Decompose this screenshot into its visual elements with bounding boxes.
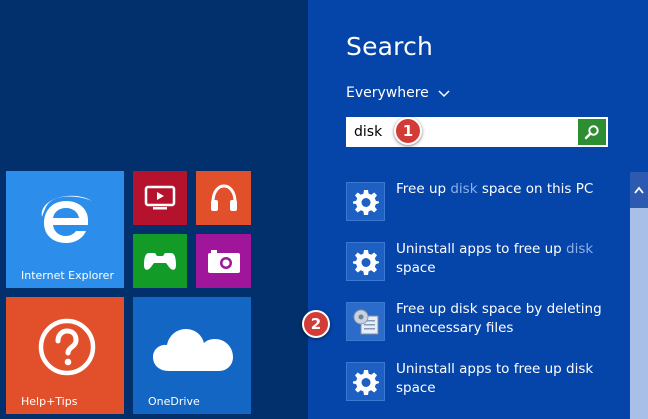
tile-label: Internet Explorer [21, 269, 114, 282]
result-text: Free up disk space by deleting unnecessa… [396, 301, 602, 336]
scroll-up-button[interactable] [630, 172, 648, 208]
search-result-item[interactable]: Free up disk space by deleting unnecessa… [346, 300, 618, 350]
search-icon [584, 125, 599, 140]
tile-games[interactable] [133, 234, 187, 288]
query-highlight: disk [566, 241, 594, 257]
step-badge-1: 1 [394, 117, 422, 145]
tile-onedrive[interactable]: OneDrive [133, 297, 251, 414]
xbox-controller-icon [144, 253, 176, 270]
step-badge-2: 2 [302, 310, 330, 338]
disk-cleanup-icon [346, 302, 385, 341]
cloud-icon [153, 329, 233, 371]
result-text: Uninstall apps to free up disk space [396, 361, 594, 396]
gear-icon [346, 242, 385, 281]
search-scope-dropdown[interactable]: Everywhere [346, 85, 451, 101]
internet-explorer-icon [41, 195, 92, 243]
scrollbar-track[interactable] [630, 208, 648, 419]
search-scope-label: Everywhere [346, 85, 429, 101]
result-text: Uninstall apps to free up disk space [396, 241, 594, 276]
search-pane: Search Everywhere Free up disk space on … [308, 0, 648, 419]
pane-title: Search [346, 32, 434, 61]
chevron-up-icon [634, 186, 644, 194]
question-icon [38, 318, 96, 376]
chevron-down-icon [438, 90, 450, 98]
headphones-icon [211, 184, 237, 211]
tile-internet-explorer[interactable]: Internet Explorer [6, 171, 124, 288]
search-input[interactable] [346, 117, 578, 147]
tile-label: OneDrive [148, 395, 200, 408]
video-icon [144, 185, 176, 210]
search-result-item[interactable]: Uninstall apps to free up disk space [346, 240, 618, 290]
tile-help-tips[interactable]: Help+Tips [6, 297, 124, 414]
search-result-item[interactable]: Uninstall apps to free up disk space [346, 360, 618, 410]
tile-video[interactable] [133, 171, 187, 225]
gear-icon [346, 182, 385, 221]
result-text: Free up disk space on this PC [396, 181, 594, 197]
search-button[interactable] [578, 119, 606, 145]
gear-icon [346, 362, 385, 401]
tile-camera[interactable] [196, 234, 251, 288]
tile-music[interactable] [196, 171, 251, 225]
results-scrollbar[interactable] [630, 172, 648, 419]
start-screen: Internet Explorer Help+Tips OneDrive [0, 0, 308, 419]
camera-icon [208, 250, 240, 273]
query-highlight: disk [450, 181, 478, 197]
search-result-item[interactable]: Free up disk space on this PC [346, 180, 618, 230]
tile-label: Help+Tips [21, 395, 78, 408]
search-box [346, 117, 608, 147]
